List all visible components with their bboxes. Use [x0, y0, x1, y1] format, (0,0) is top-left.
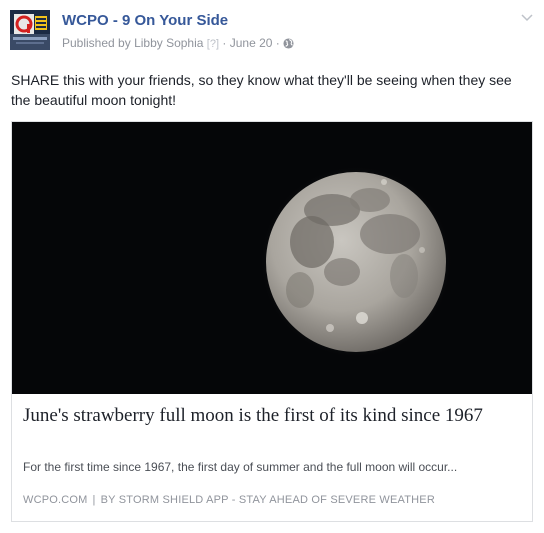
source-separator: | [92, 494, 96, 506]
wcpo-9-logo-icon [10, 10, 50, 50]
full-moon-photo [12, 122, 532, 394]
post-date-link[interactable]: June 20 [230, 36, 273, 50]
globe-icon[interactable] [283, 38, 294, 52]
link-card-image[interactable] [12, 122, 532, 394]
link-card-title[interactable]: June's strawberry full moon is the first… [23, 404, 523, 427]
link-card-byline[interactable]: BY STORM SHIELD APP - STAY AHEAD OF SEVE… [101, 494, 435, 506]
post-meta: Published by Libby Sophia [?] · June 20 … [62, 36, 294, 52]
publisher-name-link[interactable]: Libby Sophia [134, 36, 203, 50]
post-message: SHARE this with your friends, so they kn… [11, 72, 512, 108]
link-card-description: For the first time since 1967, the first… [23, 460, 458, 474]
page-avatar[interactable] [10, 10, 50, 50]
published-by-label: Published by [62, 36, 131, 50]
link-card[interactable]: June's strawberry full moon is the first… [11, 121, 533, 522]
meta-separator: · [222, 36, 227, 50]
facebook-post: WCPO - 9 On Your Side Published by Libby… [0, 0, 544, 533]
link-card-body[interactable]: June's strawberry full moon is the first… [12, 394, 532, 521]
link-card-domain: WCPO.COM [23, 494, 88, 506]
meta-separator: · [275, 36, 280, 50]
chevron-down-icon[interactable] [520, 10, 534, 24]
page-name-link[interactable]: WCPO - 9 On Your Side [62, 12, 228, 29]
help-marker[interactable]: [?] [207, 38, 219, 50]
link-card-source: WCPO.COM | BY STORM SHIELD APP - STAY AHEA… [23, 494, 523, 506]
